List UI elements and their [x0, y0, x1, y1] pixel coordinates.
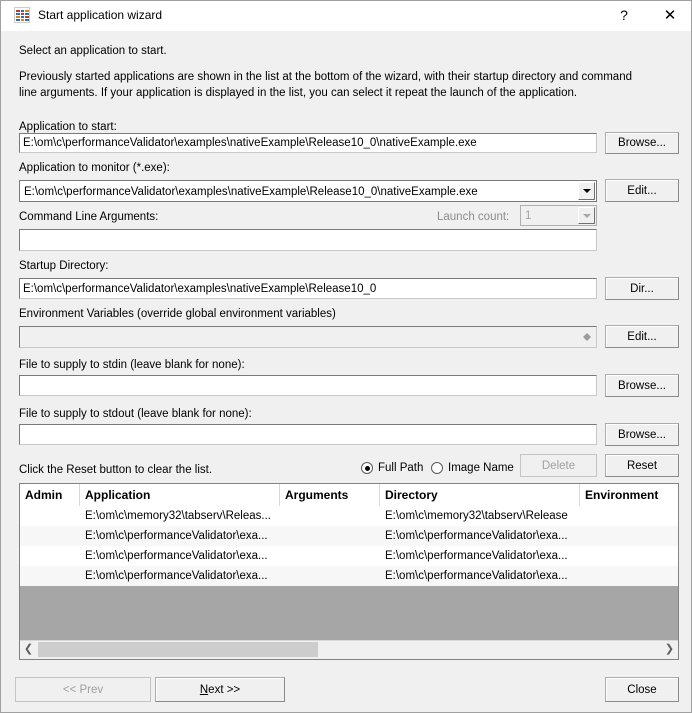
- list-body: E:\om\c\memory32\tabserv\Releas... E:\om…: [20, 506, 678, 641]
- app-to-start-browse-button[interactable]: Browse...: [605, 132, 679, 154]
- cell-application: E:\om\c\performanceValidator\exa...: [85, 550, 268, 562]
- launch-count-combo: 1: [520, 205, 597, 226]
- column-header-admin[interactable]: Admin: [20, 484, 80, 506]
- stdin-input[interactable]: [19, 375, 597, 396]
- intro-body: Previously started applications are show…: [19, 71, 632, 99]
- start-application-wizard-dialog: Start application wizard ? ✕ Select an a…: [0, 0, 692, 713]
- delete-button: Delete: [520, 454, 597, 477]
- stdin-browse-button[interactable]: Browse...: [605, 374, 679, 397]
- cell-environment: [580, 506, 678, 526]
- app-to-monitor-value: E:\om\c\performanceValidator\examples\na…: [24, 186, 478, 198]
- cell-admin: [20, 546, 80, 566]
- radio-image-name-label: Image Name: [448, 462, 514, 474]
- column-header-arguments[interactable]: Arguments: [280, 484, 380, 506]
- scroll-right-icon[interactable]: ❯: [661, 641, 678, 658]
- cell-admin: [20, 506, 80, 526]
- title-bar: Start application wizard ? ✕: [1, 1, 691, 32]
- horizontal-scrollbar[interactable]: ❮ ❯: [20, 640, 678, 659]
- cell-admin: [20, 566, 80, 586]
- table-row[interactable]: E:\om\c\performanceValidator\exa... E:\o…: [20, 546, 678, 566]
- cell-directory: E:\om\c\performanceValidator\exa...: [385, 550, 568, 562]
- command-line-input[interactable]: [19, 229, 597, 251]
- dialog-body: Select an application to start. Previous…: [1, 31, 691, 712]
- stdout-label: File to supply to stdout (leave blank fo…: [19, 408, 252, 420]
- chevron-down-icon: [578, 207, 595, 224]
- column-header-directory[interactable]: Directory: [380, 484, 580, 506]
- cell-directory: E:\om\c\performanceValidator\exa...: [385, 530, 568, 542]
- application-history-list[interactable]: Admin Application Arguments Directory En…: [19, 483, 679, 660]
- cell-application: E:\om\c\memory32\tabserv\Releas...: [85, 510, 271, 522]
- list-header-row: Admin Application Arguments Directory En…: [20, 484, 678, 507]
- prev-button: << Prev: [15, 677, 151, 702]
- cell-arguments: [280, 526, 380, 546]
- environment-variables-label: Environment Variables (override global e…: [19, 308, 336, 320]
- close-icon[interactable]: ✕: [647, 1, 691, 30]
- cell-arguments: [280, 546, 380, 566]
- table-row[interactable]: E:\om\c\memory32\tabserv\Releas... E:\om…: [20, 506, 678, 526]
- environment-variables-field: [19, 326, 597, 348]
- help-button[interactable]: ?: [601, 1, 647, 30]
- app-to-monitor-edit-button[interactable]: Edit...: [605, 179, 679, 202]
- radio-full-path-label: Full Path: [378, 462, 424, 474]
- chevron-down-icon[interactable]: [578, 182, 595, 200]
- launch-count-label: Launch count:: [437, 211, 510, 223]
- cell-environment: [580, 566, 678, 586]
- horizontal-scrollbar-thumb[interactable]: [38, 642, 318, 657]
- cell-directory: E:\om\c\memory32\tabserv\Release: [385, 510, 568, 522]
- cell-arguments: [280, 566, 380, 586]
- table-row[interactable]: E:\om\c\performanceValidator\exa... E:\o…: [20, 566, 678, 586]
- next-button-label: ext >>: [208, 684, 241, 696]
- environment-variables-edit-button[interactable]: Edit...: [605, 325, 679, 348]
- next-button-mnemonic: N: [199, 684, 209, 696]
- app-to-monitor-combo[interactable]: E:\om\c\performanceValidator\examples\na…: [19, 180, 597, 202]
- startup-directory-label: Startup Directory:: [19, 260, 109, 272]
- next-button[interactable]: Next >>: [155, 677, 285, 702]
- spinner-down-icon: [582, 337, 591, 341]
- stdout-browse-button[interactable]: Browse...: [605, 423, 679, 446]
- radio-full-path-indicator: [361, 462, 373, 474]
- startup-directory-input[interactable]: [19, 278, 597, 299]
- cell-application: E:\om\c\performanceValidator\exa...: [85, 530, 268, 542]
- cell-arguments: [280, 506, 380, 526]
- column-header-environment[interactable]: Environment: [580, 484, 678, 506]
- reset-button[interactable]: Reset: [605, 454, 679, 477]
- command-line-label: Command Line Arguments:: [19, 211, 159, 223]
- stdin-label: File to supply to stdin (leave blank for…: [19, 359, 245, 371]
- close-button[interactable]: Close: [605, 677, 679, 702]
- intro-heading: Select an application to start.: [19, 45, 167, 57]
- app-to-start-label: Application to start:: [19, 121, 117, 133]
- app-to-start-input[interactable]: [19, 133, 597, 153]
- cell-directory: E:\om\c\performanceValidator\exa...: [385, 570, 568, 582]
- environment-variables-spinner: [578, 328, 595, 346]
- radio-image-name-indicator: [431, 462, 443, 474]
- column-header-application[interactable]: Application: [80, 484, 280, 506]
- startup-directory-dir-button[interactable]: Dir...: [605, 277, 679, 300]
- cell-admin: [20, 526, 80, 546]
- cell-environment: [580, 546, 678, 566]
- cell-environment: [580, 526, 678, 546]
- reset-hint-label: Click the Reset button to clear the list…: [19, 464, 213, 476]
- cell-application: E:\om\c\performanceValidator\exa...: [85, 570, 268, 582]
- window-title: Start application wizard: [38, 8, 163, 22]
- stdout-input[interactable]: [19, 424, 597, 445]
- chart-bars-icon: [14, 7, 30, 23]
- app-to-monitor-label: Application to monitor (*.exe):: [19, 162, 170, 174]
- scroll-left-icon[interactable]: ❮: [20, 641, 37, 658]
- launch-count-value: 1: [525, 210, 532, 222]
- table-row[interactable]: E:\om\c\performanceValidator\exa... E:\o…: [20, 526, 678, 546]
